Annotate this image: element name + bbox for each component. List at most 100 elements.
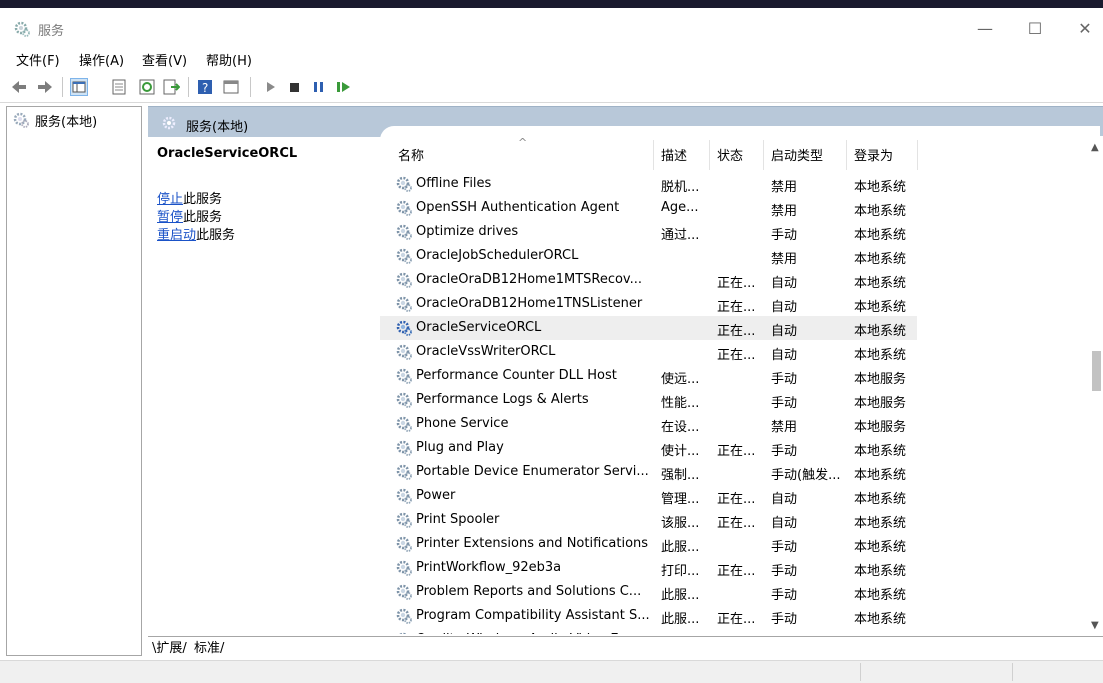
service-logon-as: 本地系统 <box>854 588 907 603</box>
service-gear-icon <box>396 272 412 292</box>
table-row[interactable]: Power 管理... 正在... 自动 本地系统 <box>380 484 917 508</box>
service-name: Portable Device Enumerator Servi... <box>416 464 649 479</box>
menu-help[interactable]: 帮助(H) <box>206 50 252 69</box>
maximize-button[interactable]: ☐ <box>1020 18 1050 40</box>
tab-label: 标准 <box>194 641 221 656</box>
menu-view[interactable]: 查看(V) <box>142 50 187 69</box>
action-suffix: 此服务 <box>196 228 236 243</box>
service-gear-icon <box>396 440 412 460</box>
restart-service-action: 重启动此服务 <box>157 224 235 243</box>
scroll-down-icon[interactable]: ▼ <box>1091 620 1099 631</box>
service-description: 管理... <box>661 492 700 507</box>
service-name: OracleServiceORCL <box>416 320 542 335</box>
window-title: 服务 <box>38 24 65 39</box>
table-row[interactable]: Printer Extensions and Notifications 此服..… <box>380 532 917 556</box>
vertical-scrollbar[interactable]: ▲ ▼ <box>1090 136 1103 634</box>
service-name: Problem Reports and Solutions C... <box>416 584 642 599</box>
service-startup-type: 自动 <box>771 324 798 339</box>
services-gear-icon <box>162 116 178 136</box>
tab-extended[interactable]: \扩展/ <box>152 637 187 656</box>
table-row[interactable]: Program Compatibility Assistant S... 此服..… <box>380 604 917 628</box>
column-divider[interactable] <box>763 140 764 170</box>
service-logon-as: 本地系统 <box>854 252 907 267</box>
minimize-button[interactable]: — <box>970 18 1000 40</box>
details-pane: 服务(本地) OracleServiceORCL 停止此服务 暂停此服务 重启动… <box>148 106 1103 656</box>
table-row[interactable]: Problem Reports and Solutions C... 此服... 手… <box>380 580 917 604</box>
table-row[interactable]: OracleVssWriterORCL 正在... 自动 本地系统 <box>380 340 917 364</box>
pause-service-action: 暂停此服务 <box>157 206 222 225</box>
column-divider[interactable] <box>709 140 710 170</box>
pause-service-link[interactable]: 暂停 <box>157 210 183 225</box>
service-logon-as: 本地系统 <box>854 300 907 315</box>
close-button[interactable]: ✕ <box>1070 18 1100 40</box>
service-startup-type: 手动 <box>771 564 798 579</box>
menu-file[interactable]: 文件(F) <box>16 50 60 69</box>
help-icon[interactable]: ? <box>196 78 214 96</box>
view-icon[interactable] <box>222 78 240 96</box>
back-arrow-icon[interactable] <box>10 78 28 96</box>
table-row[interactable]: PrintWorkflow_92eb3a 打印... 正在... 手动 本地系统 <box>380 556 917 580</box>
column-header-name[interactable]: 名称 <box>398 145 424 164</box>
scroll-up-icon[interactable]: ▲ <box>1091 142 1099 153</box>
column-header-logon-as[interactable]: 登录为 <box>854 145 893 164</box>
start-service-icon[interactable] <box>262 78 280 96</box>
refresh-icon[interactable] <box>138 78 156 96</box>
service-name: Performance Logs & Alerts <box>416 392 589 407</box>
services-gear-icon <box>13 112 29 132</box>
service-gear-icon <box>396 368 412 388</box>
service-status: 正在... <box>717 444 756 459</box>
table-row[interactable]: OracleServiceORCL 正在... 自动 本地系统 <box>380 316 917 340</box>
table-row[interactable]: OracleOraDB12Home1MTSRecov... 正在... 自动 本地系统 <box>380 268 917 292</box>
column-header-description[interactable]: 描述 <box>661 145 687 164</box>
table-row[interactable]: Offline Files 脱机... 禁用 本地系统 <box>380 172 917 196</box>
console-tree-icon[interactable] <box>70 78 88 96</box>
service-logon-as: 本地系统 <box>854 564 907 579</box>
table-row[interactable]: OracleJobSchedulerORCL 禁用 本地系统 <box>380 244 917 268</box>
services-gear-icon <box>14 21 30 41</box>
service-description: 使计... <box>661 444 700 459</box>
service-description: Age... <box>661 200 699 215</box>
column-divider[interactable] <box>653 140 654 170</box>
table-row[interactable]: Phone Service 在设... 禁用 本地服务 <box>380 412 917 436</box>
service-logon-as: 本地服务 <box>854 396 907 411</box>
table-row[interactable]: Portable Device Enumerator Servi... 强制...… <box>380 460 917 484</box>
service-name: Performance Counter DLL Host <box>416 368 617 383</box>
service-description: 使远... <box>661 372 700 387</box>
sort-indicator-icon: ^ <box>518 136 528 149</box>
service-description: 该服... <box>661 516 700 531</box>
pause-service-icon[interactable] <box>310 78 328 96</box>
forward-arrow-icon[interactable] <box>36 78 54 96</box>
export-list-icon[interactable] <box>162 78 181 96</box>
svg-text:?: ? <box>202 81 208 95</box>
service-gear-icon <box>396 512 412 532</box>
table-row[interactable]: Quality Windows Audio Video Ex... 优质... 手动… <box>380 628 917 634</box>
table-row[interactable]: Optimize drives 通过... 手动 本地系统 <box>380 220 917 244</box>
column-header-status[interactable]: 状态 <box>717 145 743 164</box>
service-name: OracleOraDB12Home1MTSRecov... <box>416 272 643 287</box>
table-row[interactable]: OpenSSH Authentication Agent Age... 禁用 本地系统 <box>380 196 917 220</box>
tab-standard[interactable]: 标准/ <box>194 637 224 656</box>
service-name: OracleOraDB12Home1TNSListener <box>416 296 643 311</box>
table-row[interactable]: Performance Counter DLL Host 使远... 手动 本地服务 <box>380 364 917 388</box>
service-description: 打印... <box>661 564 700 579</box>
table-row[interactable]: Performance Logs & Alerts 性能... 手动 本地服务 <box>380 388 917 412</box>
stop-service-icon[interactable] <box>286 78 304 96</box>
column-divider[interactable] <box>917 140 918 170</box>
service-logon-as: 本地系统 <box>854 228 907 243</box>
properties-icon[interactable] <box>110 78 128 96</box>
column-divider[interactable] <box>846 140 847 170</box>
service-name: Phone Service <box>416 416 509 431</box>
menu-action[interactable]: 操作(A) <box>79 50 124 69</box>
restart-service-link[interactable]: 重启动 <box>157 228 196 243</box>
stop-service-link[interactable]: 停止 <box>157 192 183 207</box>
service-logon-as: 本地系统 <box>854 468 907 483</box>
scrollbar-thumb[interactable] <box>1092 351 1101 391</box>
service-startup-type: 手动 <box>771 228 798 243</box>
resume-service-icon[interactable] <box>334 78 352 96</box>
table-row[interactable]: Plug and Play 使计... 正在... 手动 本地系统 <box>380 436 917 460</box>
service-name: Printer Extensions and Notifications <box>416 536 649 551</box>
table-row[interactable]: Print Spooler 该服... 正在... 自动 本地系统 <box>380 508 917 532</box>
column-header-startup-type[interactable]: 启动类型 <box>771 145 823 164</box>
service-startup-type: 手动 <box>771 632 845 634</box>
table-row[interactable]: OracleOraDB12Home1TNSListener 正在... 自动 本地系统 <box>380 292 917 316</box>
